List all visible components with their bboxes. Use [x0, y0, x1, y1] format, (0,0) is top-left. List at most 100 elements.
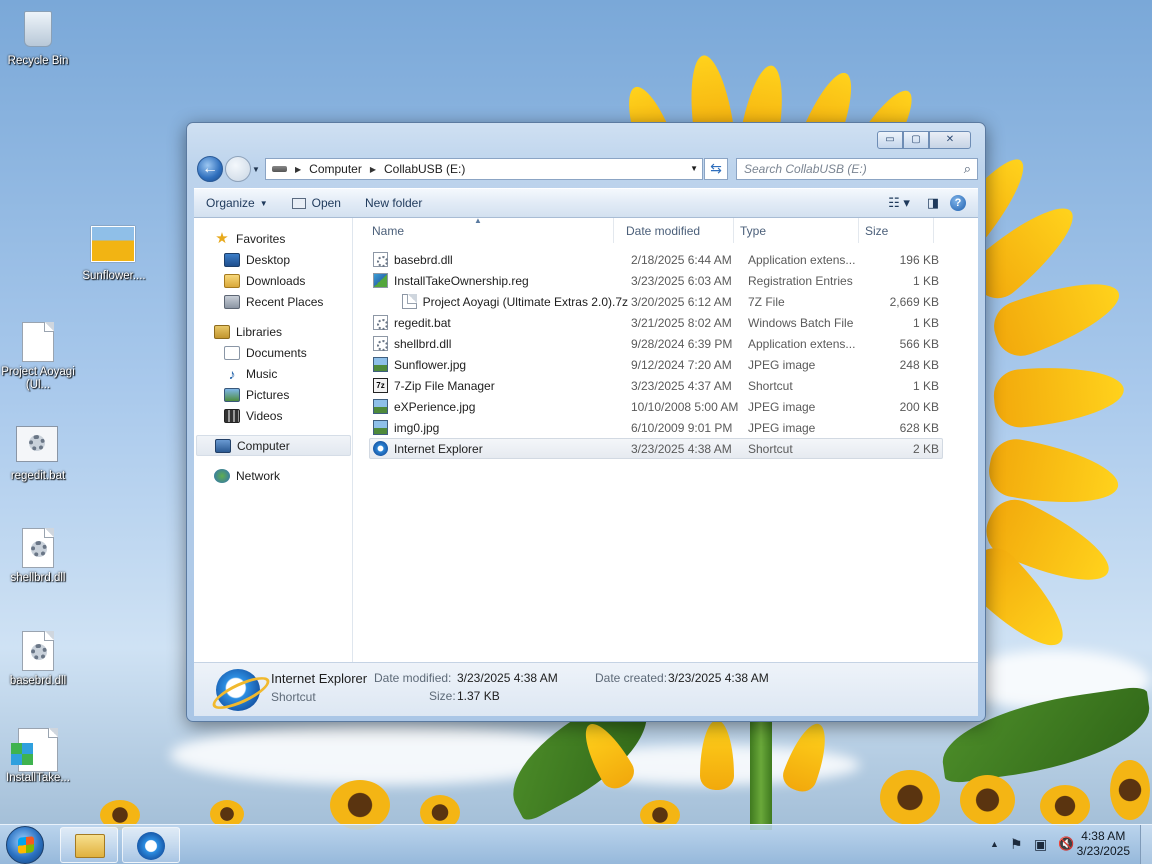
network-status-icon[interactable]: ▣ [1034, 836, 1047, 853]
column-header-date[interactable]: Date modified [614, 218, 734, 243]
nav-music[interactable]: ♪ Music [194, 363, 352, 384]
file-size: 2,669 KB [889, 294, 939, 309]
open-button[interactable]: Open [280, 189, 353, 217]
nav-favorites[interactable]: ★ Favorites [194, 228, 352, 249]
file-row[interactable]: Sunflower.jpg 9/12/2024 7:20 AM JPEG image… [369, 354, 943, 375]
chevron-right-icon[interactable]: ▶ [295, 165, 301, 174]
details-size-value: 1.37 KB [457, 689, 500, 703]
desktop-icon-basebrd[interactable]: basebrd.dll [0, 631, 76, 688]
clock[interactable]: 4:38 AM 3/23/2025 [1077, 829, 1130, 859]
7zip-icon: 7z [373, 378, 388, 393]
file-row[interactable]: basebrd.dll 2/18/2025 6:44 AM Application … [369, 249, 943, 270]
column-header-type[interactable]: Type [734, 218, 859, 243]
internet-explorer-icon [373, 441, 388, 456]
desktop-icon-label: basebrd.dll [9, 675, 67, 687]
file-rows: basebrd.dll 2/18/2025 6:44 AM Application … [354, 249, 978, 459]
nav-videos[interactable]: Videos [194, 405, 352, 426]
breadcrumb-computer[interactable]: Computer [309, 162, 362, 176]
address-dropdown-icon[interactable]: ▼ [690, 164, 698, 173]
dll-file-icon [20, 631, 56, 673]
minimize-button[interactable]: ▭ [877, 131, 903, 149]
nav-label: Videos [246, 408, 283, 423]
downloads-icon [224, 273, 240, 288]
file-row[interactable]: regedit.bat 3/21/2025 8:02 AM Windows Batc… [369, 312, 943, 333]
file-row[interactable]: img0.jpg 6/10/2009 9:01 PM JPEG image 628 K… [369, 417, 943, 438]
nav-desktop[interactable]: Desktop [194, 249, 352, 270]
details-modified-label: Date modified: [374, 671, 452, 685]
nav-network[interactable]: Network [194, 465, 352, 486]
dll-file-icon [20, 528, 56, 570]
file-row[interactable]: shellbrd.dll 9/28/2024 6:39 PM Application… [369, 333, 943, 354]
search-icon[interactable]: ⌕ [964, 159, 971, 179]
folder-icon [75, 834, 105, 858]
back-button[interactable]: ← [197, 156, 223, 182]
nav-computer[interactable]: Computer [196, 435, 351, 456]
nav-documents[interactable]: Documents [194, 342, 352, 363]
desktop-icon-shellbrd[interactable]: shellbrd.dll [0, 528, 76, 585]
details-created-value: 3/23/2025 4:38 AM [668, 671, 769, 685]
file-date: 6/10/2009 9:01 PM [631, 420, 733, 435]
file-name-cell: basebrd.dll [370, 252, 628, 267]
internet-explorer-icon [137, 832, 165, 860]
column-header-name[interactable]: ▲ Name [354, 216, 614, 243]
file-date: 3/23/2025 4:37 AM [631, 378, 732, 393]
start-button[interactable] [6, 826, 44, 864]
file-row[interactable]: Project Aoyagi (Ultimate Extras 2.0).7z 3… [369, 291, 943, 312]
recent-places-icon [224, 294, 240, 309]
file-name-cell: eXPerience.jpg [370, 399, 628, 414]
column-header-label: Type [740, 224, 767, 238]
volume-muted-icon[interactable]: 🔇 [1058, 836, 1074, 852]
file-size: 628 KB [899, 420, 939, 435]
show-hidden-icons-icon[interactable]: ▲ [990, 839, 999, 849]
internet-explorer-icon [216, 669, 260, 711]
file-name-cell: shellbrd.dll [370, 336, 628, 351]
file-name: Internet Explorer [394, 441, 483, 456]
breadcrumb-collabusb[interactable]: CollabUSB (E:) [384, 162, 465, 176]
desktop-icon-sunflower[interactable]: Sunflower.... [76, 222, 152, 283]
file-date: 9/12/2024 7:20 AM [631, 357, 732, 372]
file-name-cell: regedit.bat [370, 315, 628, 330]
file-row[interactable]: Internet Explorer 3/23/2025 4:38 AM Shortc… [369, 438, 943, 459]
taskbar-internet-explorer-button[interactable] [122, 827, 180, 863]
new-folder-button[interactable]: New folder [353, 189, 434, 217]
column-header-label: Size [865, 224, 889, 238]
search-input[interactable]: Search CollabUSB (E:) ⌕ [736, 158, 978, 180]
nav-recent-places[interactable]: Recent Places [194, 291, 352, 312]
pictures-icon [224, 387, 240, 402]
clock-date: 3/23/2025 [1076, 844, 1130, 858]
maximize-button[interactable]: ▢ [903, 131, 929, 149]
column-header-size[interactable]: Size [859, 218, 934, 243]
file-row[interactable]: eXPerience.jpg 10/10/2008 5:00 AM JPEG ima… [369, 396, 943, 417]
change-view-icon[interactable]: ☷ ▾ [882, 195, 916, 211]
show-desktop-button[interactable] [1140, 825, 1152, 864]
action-center-flag-icon[interactable]: ⚑ [1010, 836, 1023, 853]
file-size: 196 KB [899, 252, 939, 267]
file-size: 248 KB [899, 357, 939, 372]
refresh-button[interactable]: ⇆ [704, 158, 728, 180]
desktop-icon-project-aoyagi[interactable]: Project Aoyagi (Ul... [0, 322, 76, 392]
close-button[interactable]: ✕ [929, 131, 971, 149]
organize-button[interactable]: Organize ▼ [194, 189, 280, 217]
sort-ascending-icon: ▲ [474, 216, 482, 225]
nav-label: Documents [246, 345, 307, 360]
forward-button[interactable] [225, 156, 251, 182]
navigation-pane: ★ Favorites Desktop Downloads Recent Pla… [194, 218, 353, 662]
file-name-cell: InstallTakeOwnership.reg [370, 273, 628, 288]
nav-libraries[interactable]: Libraries [194, 321, 352, 342]
desktop-icon-regedit[interactable]: regedit.bat [0, 426, 76, 483]
chevron-right-icon[interactable]: ▶ [370, 165, 376, 174]
desktop-icon-installtakeownership[interactable]: InstallTake... [0, 728, 76, 785]
desktop-icon-recycle-bin[interactable]: Recycle Bin [0, 8, 76, 68]
nav-label: Desktop [246, 252, 291, 267]
recent-pages-dropdown[interactable]: ▼ [252, 165, 260, 174]
nav-downloads[interactable]: Downloads [194, 270, 352, 291]
file-row[interactable]: 7z 7-Zip File Manager 3/23/2025 4:37 AM Sho… [369, 375, 943, 396]
nav-pictures[interactable]: Pictures [194, 384, 352, 405]
file-type: 7Z File [748, 294, 785, 309]
address-bar[interactable]: ▶ Computer ▶ CollabUSB (E:) ▼ [265, 158, 703, 180]
taskbar-explorer-button[interactable] [60, 827, 118, 863]
file-row[interactable]: InstallTakeOwnership.reg 3/23/2025 6:03 A… [369, 270, 943, 291]
help-icon[interactable]: ? [950, 195, 966, 211]
preview-pane-icon[interactable]: ◨ [916, 195, 950, 211]
image-icon [373, 357, 388, 372]
